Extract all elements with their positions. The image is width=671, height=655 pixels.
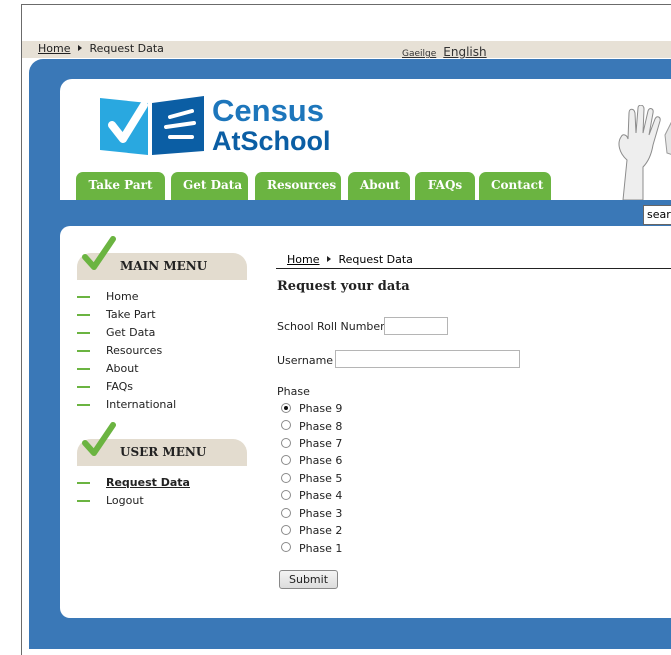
menu-dash [77,314,90,316]
top-breadcrumb-bar: Home Request Data Gaeilge English [22,41,671,60]
phase-4-radio[interactable] [281,490,291,500]
page-breadcrumb-current: Request Data [338,253,413,266]
language-english-link[interactable]: English [443,45,486,59]
menu-item-label: About [106,362,139,375]
phase-6-radio[interactable] [281,455,291,465]
phase-1-radio[interactable] [281,542,291,552]
tab-resources[interactable]: Resources [255,172,341,200]
menu-item-label: Home [106,290,139,303]
right-triangle-icon [327,256,332,262]
menu-dash [77,482,90,484]
phase-6-label: Phase 6 [299,454,343,467]
page-breadcrumb-home-link[interactable]: Home [287,253,319,266]
phase-3-radio[interactable] [281,508,291,518]
username-label: Username [277,354,334,367]
menu-dash [77,386,90,388]
right-triangle-icon [78,45,83,51]
user-menu-title: USER MENU [120,445,207,459]
content-panel: MAIN MENU Home Take Part Get Data Resour… [60,226,671,618]
search-input[interactable]: sear [643,205,671,225]
main-menu-header: MAIN MENU [77,236,247,280]
tab-faqs[interactable]: FAQs [415,172,475,200]
phase-4-label: Phase 4 [299,489,343,502]
phase-5-label: Phase 5 [299,472,343,485]
tab-take-part[interactable]: Take Part [76,172,165,200]
phase-1-label: Phase 1 [299,542,343,555]
tab-about[interactable]: About [348,172,410,200]
phase-8-label: Phase 8 [299,420,343,433]
phase-7-radio[interactable] [281,438,291,448]
breadcrumb-current: Request Data [89,42,164,55]
page-title: Request your data [277,279,410,294]
census-checkbook-logo-icon[interactable] [100,95,208,161]
phase-2-label: Phase 2 [299,524,343,537]
menu-dash [77,296,90,298]
user-menu-header: USER MENU [77,422,247,466]
green-check-icon [81,421,117,461]
menu-item-label: FAQs [106,380,134,393]
language-irish-link[interactable]: Gaeilge [402,49,436,59]
menu-item-label: Request Data [106,476,190,489]
phase-7-label: Phase 7 [299,437,343,450]
raised-hand-icon [613,104,671,204]
school-roll-field[interactable] [384,317,448,335]
menu-dash [77,368,90,370]
menu-dash [77,350,90,352]
phase-2-radio[interactable] [281,525,291,535]
menu-item-label: Take Part [106,308,156,321]
site-logo-text[interactable]: Census AtSchool [212,93,331,156]
site-header: Census AtSchool Take Part Get Data Resou… [60,79,671,201]
menu-item-label: Resources [106,344,163,357]
menu-dash [77,404,90,406]
phase-9-radio[interactable] [281,403,291,413]
logo-line-1: Census [212,93,324,128]
menu-item-label: International [106,398,177,411]
username-field[interactable] [335,350,520,368]
phase-label: Phase [277,385,310,398]
school-roll-label: School Roll Number [277,320,385,333]
phase-5-radio[interactable] [281,473,291,483]
menu-item-label: Logout [106,494,144,507]
menu-item-label: Get Data [106,326,156,339]
phase-9-label: Phase 9 [299,402,343,415]
logo-line-2: AtSchool [212,126,331,156]
breadcrumb-home-link[interactable]: Home [38,42,70,55]
green-check-icon [81,235,117,275]
breadcrumb: Home Request Data [38,42,164,55]
submit-button[interactable]: Submit [279,570,338,589]
menu-dash [77,500,90,502]
language-switcher: Gaeilge English [402,41,487,60]
page-breadcrumb: Home Request Data [276,252,671,269]
phase-3-label: Phase 3 [299,507,343,520]
menu-dash [77,332,90,334]
main-menu-title: MAIN MENU [120,259,208,273]
tab-contact[interactable]: Contact [479,172,551,200]
tab-get-data[interactable]: Get Data [171,172,248,200]
phase-8-radio[interactable] [281,420,291,430]
